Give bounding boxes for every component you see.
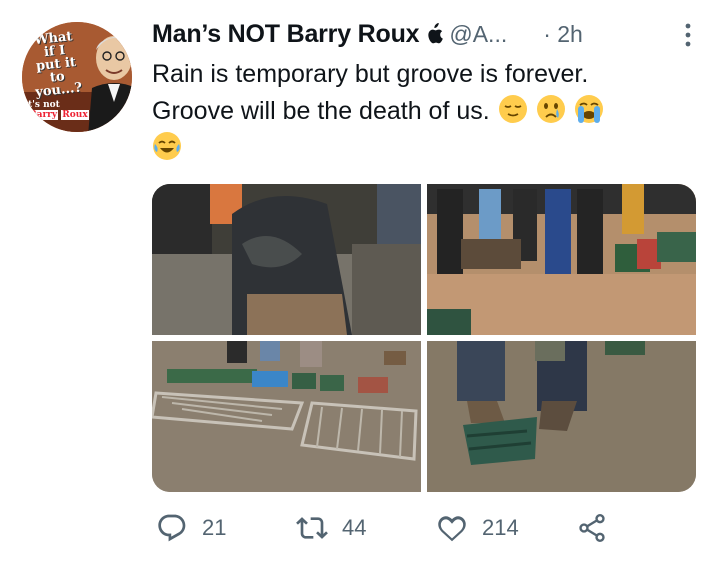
- media-grid[interactable]: [152, 184, 696, 492]
- apple-icon: [425, 23, 444, 45]
- reply-count: 21: [202, 515, 227, 540]
- retweet-icon: [296, 517, 328, 539]
- reply-icon: [158, 514, 186, 542]
- crying-face-emoji: [536, 94, 566, 124]
- tweet-line-1: Rain is temporary but groove is forever.: [152, 60, 589, 88]
- relieved-face-emoji: [498, 94, 528, 124]
- retweet-count: 44: [342, 515, 367, 540]
- action-bar: 21 44 214: [152, 508, 612, 548]
- photo-boots-on-crate[interactable]: [427, 341, 696, 492]
- tweet-text: Rain is temporary but groove is forever.…: [152, 56, 692, 167]
- avatar-footer-text: t's not Barry Roux: [28, 100, 89, 120]
- author-handle[interactable]: @A...: [449, 21, 507, 48]
- caricature-face-icon: [88, 36, 132, 132]
- tweet-line-2: Groove will be the death of us.: [152, 93, 692, 130]
- share-button[interactable]: [576, 508, 622, 548]
- timestamp[interactable]: · 2h: [543, 21, 583, 48]
- avatar[interactable]: What if I put it to you...? t's not Barr…: [22, 22, 132, 132]
- retweet-button[interactable]: 44: [296, 508, 366, 548]
- photo-crowd-mud-crates[interactable]: [427, 184, 696, 335]
- loudly-crying-face-emoji: [574, 94, 604, 124]
- more-vertical-icon[interactable]: [684, 22, 692, 48]
- share-icon: [579, 514, 605, 542]
- photo-person-muddy-jacket[interactable]: [152, 184, 421, 335]
- avatar-caption: What if I put it to you...?: [33, 29, 83, 101]
- heart-icon: [438, 516, 466, 542]
- reply-button[interactable]: 21: [156, 508, 226, 548]
- author-name[interactable]: Man’s NOT Barry Roux: [152, 20, 420, 49]
- like-button[interactable]: 214: [436, 508, 519, 548]
- tears-of-joy-emoji: [152, 131, 182, 161]
- photo-muddy-ground-fences[interactable]: [152, 341, 421, 492]
- tweet-line-3: [152, 130, 692, 167]
- tweet[interactable]: What if I put it to you...? t's not Barr…: [0, 0, 720, 563]
- tweet-header: Man’s NOT Barry Roux @A... · 2h: [152, 14, 692, 54]
- like-count: 214: [482, 515, 519, 540]
